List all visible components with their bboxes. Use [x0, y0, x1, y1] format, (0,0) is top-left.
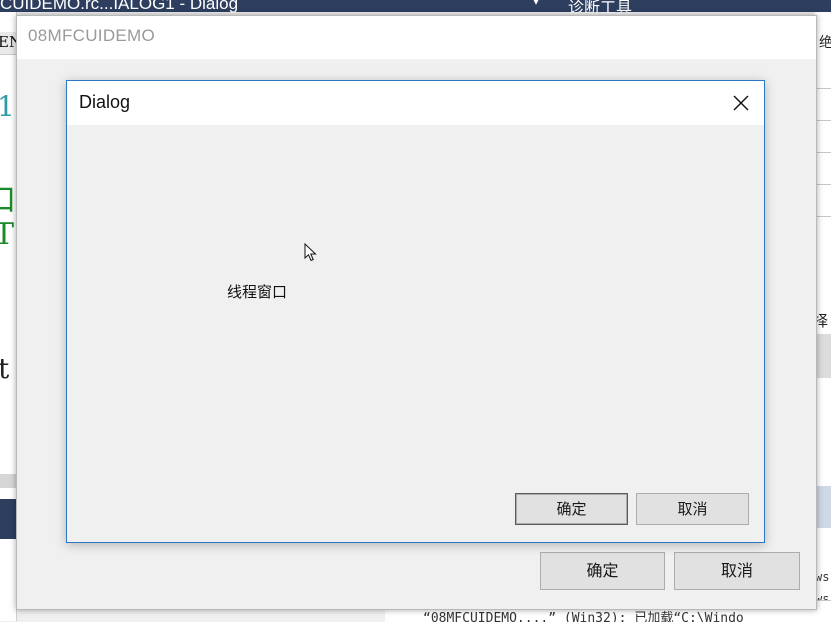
output-fragment: ws — [815, 570, 830, 584]
editor-fragment: T — [0, 217, 14, 252]
editor-fragment: t — [0, 352, 9, 385]
diagnostics-band — [815, 486, 831, 528]
dialog-title: Dialog — [79, 92, 131, 112]
ide-code-editor-edge: EN 1 口 T t — [0, 12, 17, 621]
editor-fragment: EN — [0, 33, 16, 51]
close-icon[interactable] — [723, 85, 759, 121]
app-cancel-button[interactable]: 取消 — [674, 552, 800, 590]
editor-fragment: 口 — [0, 175, 16, 219]
output-panel-header — [0, 499, 16, 539]
diagnostics-band — [815, 334, 831, 378]
app-ok-button[interactable]: 确定 — [540, 552, 665, 590]
editor-scrollbar[interactable] — [0, 474, 16, 488]
dialog-ok-button[interactable]: 确定 — [515, 493, 628, 525]
ide-tab-bar: CUIDEMO.rc...IALOG1 - Dialog ▾ 诊断工具 — [0, 0, 831, 17]
dialog-titlebar[interactable]: Dialog — [67, 81, 764, 125]
ide-document-tab[interactable]: CUIDEMO.rc...IALOG1 - Dialog — [0, 0, 238, 14]
thread-dialog: Dialog 线程窗口 确定 取消 — [66, 80, 765, 543]
dialog-cancel-button[interactable]: 取消 — [636, 493, 749, 525]
app-titlebar[interactable]: 08MFCUIDEMO — [17, 16, 816, 59]
diagnostics-fragment: 绝 — [819, 35, 831, 51]
editor-fragment: 1 — [0, 90, 15, 123]
ide-diagnostics-edge: 绝 择 ws ws — [815, 12, 831, 621]
thread-window-label: 线程窗口 — [227, 283, 288, 301]
app-title: 08MFCUIDEMO — [28, 26, 156, 45]
mouse-cursor-icon — [304, 242, 318, 263]
tab-dropdown-icon[interactable]: ▾ — [533, 0, 539, 8]
